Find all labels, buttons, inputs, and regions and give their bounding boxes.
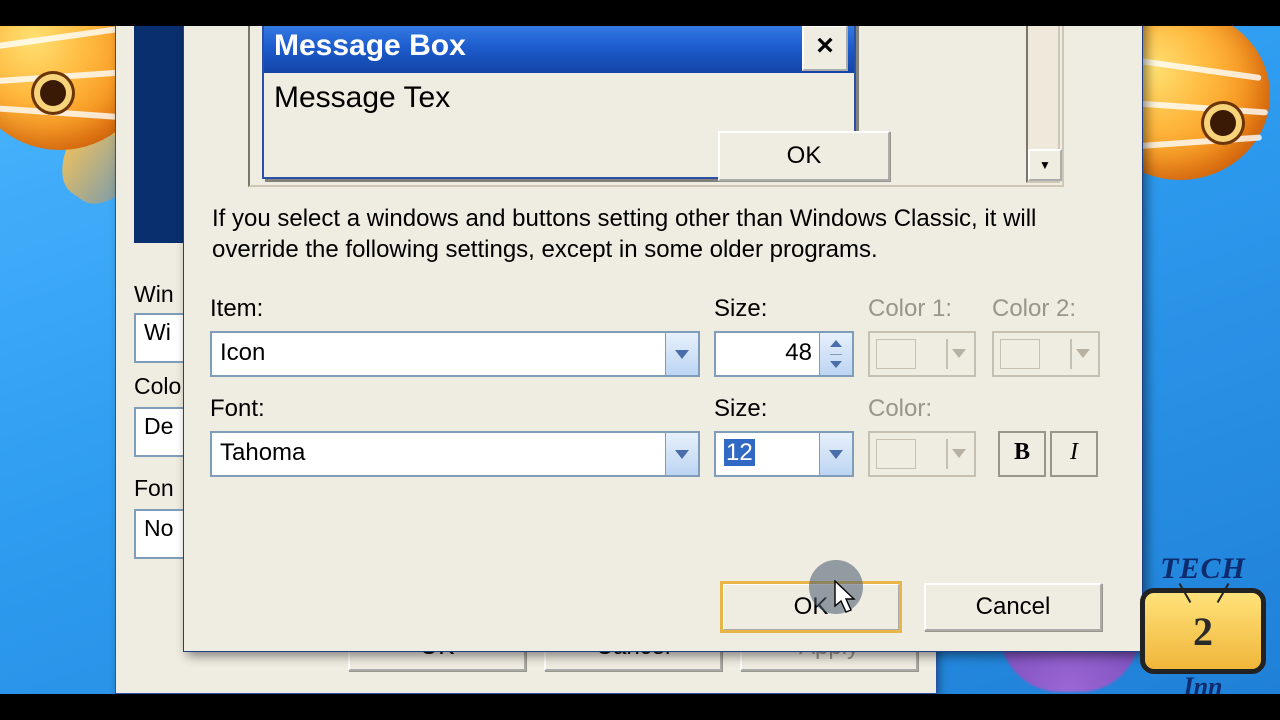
preview-scrollbar[interactable]: ▲ ▼ bbox=[1026, 0, 1060, 183]
color2-button bbox=[992, 331, 1100, 377]
font-label: Font: bbox=[210, 395, 265, 423]
chevron-down-icon bbox=[665, 433, 698, 475]
item-combobox[interactable]: Icon bbox=[210, 331, 700, 377]
font-color-button bbox=[868, 431, 976, 477]
preview-message-box: Message Box × Message Tex OK bbox=[262, 17, 856, 179]
color1-label: Color 1: bbox=[868, 295, 952, 323]
font-combobox[interactable]: Tahoma bbox=[210, 431, 700, 477]
mouse-cursor-icon bbox=[834, 580, 862, 616]
font-size-combobox[interactable]: 12 bbox=[714, 431, 854, 477]
preview-message-text-label: Message Tex bbox=[274, 81, 450, 114]
bold-toggle[interactable]: B bbox=[998, 431, 1046, 477]
italic-toggle[interactable]: I bbox=[1050, 431, 1098, 477]
item-size-spinner[interactable]: 48 bbox=[714, 331, 854, 377]
scroll-down-button[interactable]: ▼ bbox=[1028, 149, 1062, 181]
close-icon[interactable]: × bbox=[802, 25, 848, 71]
chevron-down-icon: ▼ bbox=[1039, 158, 1051, 172]
preview-ok-button[interactable]: OK bbox=[718, 131, 890, 181]
font-color-label: Color: bbox=[868, 395, 932, 423]
advanced-appearance-dialog: Window Text Message Box × Message Tex OK… bbox=[183, 0, 1143, 652]
watermark-logo: TECH 2 Inn bbox=[1140, 552, 1266, 702]
hint-text: If you select a windows and buttons sett… bbox=[212, 203, 1104, 265]
spinner-up-icon[interactable] bbox=[830, 333, 842, 355]
font-size-label: Size: bbox=[714, 395, 767, 423]
color2-label: Color 2: bbox=[992, 295, 1076, 323]
cancel-button[interactable]: Cancel bbox=[924, 583, 1102, 631]
preview-message-box-title: Message Box bbox=[274, 29, 466, 63]
color1-button bbox=[868, 331, 976, 377]
chevron-down-icon bbox=[665, 333, 698, 375]
spinner-down-icon[interactable] bbox=[830, 355, 842, 376]
back-label-color: Colo bbox=[134, 373, 181, 400]
back-label-windows: Win bbox=[134, 281, 174, 308]
chevron-down-icon bbox=[819, 433, 852, 475]
appearance-preview: Window Text Message Box × Message Tex OK… bbox=[248, 0, 1064, 187]
item-size-label: Size: bbox=[714, 295, 767, 323]
back-label-font: Fon bbox=[134, 475, 174, 502]
item-label: Item: bbox=[210, 295, 263, 323]
back-preview-panel bbox=[134, 3, 190, 243]
